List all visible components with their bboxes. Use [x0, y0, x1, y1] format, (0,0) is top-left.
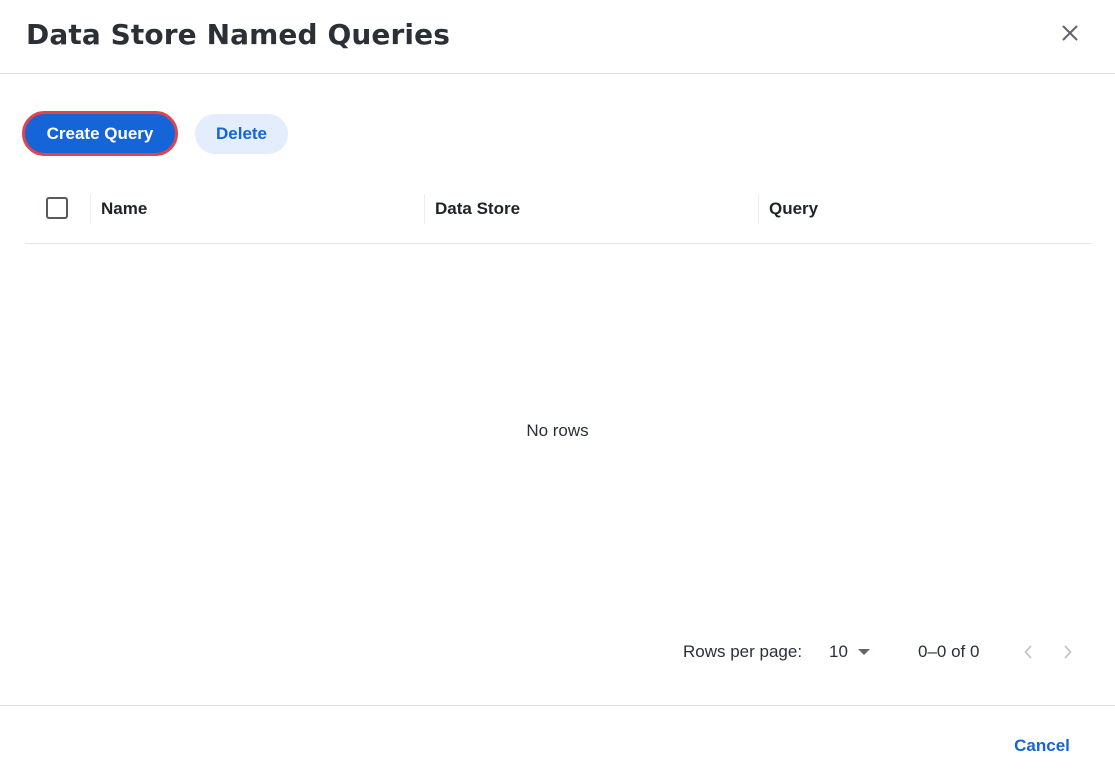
pagination-range: 0–0 of 0 [918, 642, 980, 661]
footer-divider [0, 705, 1115, 706]
rows-per-page-label: Rows per page: [683, 642, 803, 661]
cancel-button[interactable]: Cancel [1002, 730, 1082, 762]
dialog-title: Data Store Named Queries [26, 18, 450, 51]
dialog-header: Data Store Named Queries [0, 0, 1115, 74]
column-header-data-store[interactable]: Data Store [435, 199, 520, 219]
chevron-left-icon [1024, 645, 1032, 659]
delete-button[interactable]: Delete [195, 114, 288, 154]
next-page-button[interactable] [1056, 640, 1080, 664]
select-all-checkbox[interactable] [46, 197, 68, 219]
rows-per-page-select[interactable]: 10 [822, 638, 874, 666]
close-icon [1062, 25, 1078, 41]
previous-page-button[interactable] [1016, 640, 1040, 664]
column-separator [758, 194, 759, 224]
column-separator [424, 194, 425, 224]
column-header-name[interactable]: Name [101, 199, 147, 219]
create-query-button[interactable]: Create Query [22, 111, 178, 156]
close-button[interactable] [1056, 19, 1084, 47]
table-header: Name Data Store Query [25, 176, 1091, 244]
chevron-right-icon [1064, 645, 1072, 659]
empty-state-text: No rows [526, 421, 589, 440]
column-header-query[interactable]: Query [769, 199, 818, 219]
rows-per-page-value: 10 [829, 642, 848, 661]
column-separator [90, 194, 91, 224]
caret-down-icon [858, 649, 870, 655]
